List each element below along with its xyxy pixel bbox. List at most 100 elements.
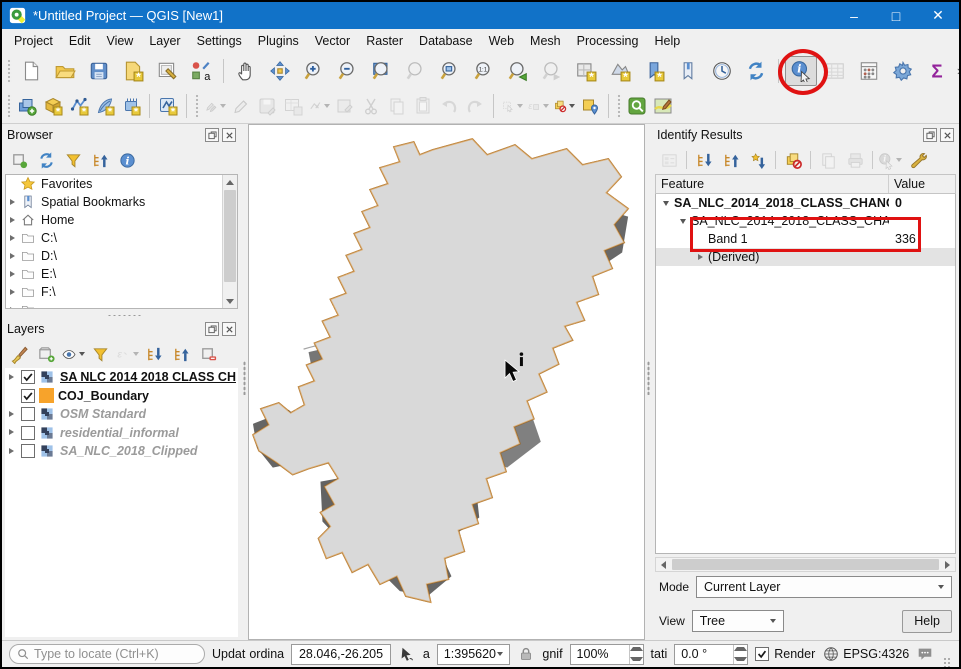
- chevron-down-icon[interactable]: [220, 104, 226, 108]
- toolbar-button-style-manager[interactable]: a: [185, 56, 217, 86]
- toolbar-button-toggle-editing[interactable]: [229, 92, 253, 120]
- toolbar-button-data-source-manager[interactable]: [15, 92, 39, 120]
- layer-visibility-checkbox[interactable]: [21, 407, 35, 421]
- toolbar-button-pan-to-selection[interactable]: [264, 56, 296, 86]
- chevron-down-icon[interactable]: [133, 352, 139, 356]
- menu-plugins[interactable]: Plugins: [250, 31, 307, 51]
- toolbar-button-zoom-native[interactable]: 1:1: [468, 56, 500, 86]
- expand-caret-icon[interactable]: [677, 212, 691, 230]
- layer-item-sa-nlc-2018-clipped[interactable]: SA_NLC_2018_Clipped: [5, 442, 238, 461]
- toolbar-button-select-by-location[interactable]: [578, 92, 602, 120]
- identify-button-print-response[interactable]: [843, 148, 867, 172]
- rotation-spinner[interactable]: 0.0 °: [674, 644, 748, 665]
- chevron-down-icon[interactable]: [896, 158, 902, 162]
- toolbar-button-field-calculator[interactable]: [853, 56, 885, 86]
- layer-item-residential-informal[interactable]: residential_informal: [5, 424, 238, 443]
- layers-button-expand-all[interactable]: [142, 342, 166, 366]
- toolbar-button-new-project[interactable]: [15, 56, 47, 86]
- expand-caret-icon[interactable]: [6, 301, 20, 309]
- chevron-down-icon[interactable]: [517, 104, 523, 108]
- toolbar-button-select-features[interactable]: [500, 92, 524, 120]
- toolbar-button-identify-features[interactable]: i: [785, 56, 817, 86]
- browser-float-button[interactable]: [205, 128, 219, 142]
- layers-button-open-layer-styling[interactable]: [7, 342, 31, 366]
- menu-layer[interactable]: Layer: [141, 31, 188, 51]
- coordinate-input[interactable]: 28.046,-26.205: [291, 644, 391, 665]
- identify-button-copy-feature[interactable]: [816, 148, 840, 172]
- toolbar-button-cut-features[interactable]: [359, 92, 383, 120]
- identify-button-expand-tree[interactable]: [692, 148, 716, 172]
- toolbar-button-zoom-out[interactable]: [332, 56, 364, 86]
- scroll-down-arrow[interactable]: [223, 294, 237, 308]
- expand-caret-icon[interactable]: [5, 442, 19, 460]
- help-button[interactable]: Help: [902, 610, 952, 633]
- layers-button-collapse-all[interactable]: [169, 342, 193, 366]
- toolbar-overflow-icon[interactable]: »: [954, 63, 961, 78]
- toolbar-button-new-shapefile-layer[interactable]: *: [67, 92, 91, 120]
- layer-visibility-checkbox[interactable]: [21, 370, 35, 384]
- toolbar-button-options[interactable]: [887, 56, 919, 86]
- expand-caret-icon[interactable]: [6, 211, 20, 229]
- menu-vector[interactable]: Vector: [307, 31, 358, 51]
- browser-item-e[interactable]: E:\: [6, 265, 237, 283]
- layers-close-button[interactable]: [222, 322, 236, 336]
- toolbar-button-save-layer-edits[interactable]: [255, 92, 279, 120]
- expand-caret-icon[interactable]: [6, 265, 20, 283]
- layer-item-sa-nlc-2014-2018-class-ch[interactable]: SA NLC 2014 2018 CLASS CH: [5, 368, 238, 387]
- browser-item-d[interactable]: D:\: [6, 247, 237, 265]
- toolbar-button-add-record[interactable]: [281, 92, 305, 120]
- browser-vertical-scrollbar[interactable]: [222, 175, 237, 308]
- render-checkbox[interactable]: Render: [755, 647, 815, 661]
- maximize-button[interactable]: □: [875, 2, 917, 29]
- extents-pointer-icon[interactable]: [398, 645, 416, 663]
- toolbar-drag-handle[interactable]: [6, 58, 12, 84]
- toolbar-button-plugin-quickmapservices[interactable]: [651, 92, 675, 120]
- browser-button-refresh-browser[interactable]: [34, 148, 58, 172]
- toolbar-button-new-map-view[interactable]: *: [570, 56, 602, 86]
- toolbar-button-zoom-full[interactable]: [366, 56, 398, 86]
- toolbar-button-redo[interactable]: [463, 92, 487, 120]
- expand-caret-icon[interactable]: [694, 248, 708, 266]
- messages-bubble-icon[interactable]: [916, 645, 934, 663]
- mode-select[interactable]: Current Layer: [696, 576, 952, 598]
- browser-item-item[interactable]: [6, 301, 237, 309]
- toolbar-button-show-layout-manager[interactable]: [151, 56, 183, 86]
- browser-item-c[interactable]: C:\: [6, 229, 237, 247]
- menu-settings[interactable]: Settings: [189, 31, 250, 51]
- toolbar-button-new-virtual-layer[interactable]: *: [119, 92, 143, 120]
- expand-caret-icon[interactable]: [6, 229, 20, 247]
- map-canvas[interactable]: [248, 124, 645, 640]
- identify-close-button[interactable]: [940, 128, 954, 142]
- expand-caret-icon[interactable]: [660, 194, 674, 212]
- toolbar-button-new-spatial-bookmark[interactable]: *: [638, 56, 670, 86]
- identify-button-identify-settings[interactable]: [905, 148, 929, 172]
- toolbar-button-paste-features[interactable]: [411, 92, 435, 120]
- locator-search-input[interactable]: Type to locate (Ctrl+K): [9, 644, 205, 664]
- toolbar-button-statistical-summary[interactable]: Σ: [921, 56, 953, 86]
- browser-button-add-selected-layers[interactable]: [7, 148, 31, 172]
- chevron-down-icon[interactable]: [324, 104, 330, 108]
- spinner-arrows[interactable]: [733, 645, 747, 664]
- layers-button-filter-legend[interactable]: [88, 342, 112, 366]
- layer-visibility-checkbox[interactable]: [21, 389, 35, 403]
- browser-item-favorites[interactable]: Favorites: [6, 175, 237, 193]
- identify-button-expand-new-results[interactable]: [746, 148, 770, 172]
- crs-status[interactable]: EPSG:4326: [843, 647, 909, 661]
- scroll-thumb[interactable]: [224, 190, 236, 282]
- toolbar-button-pan-map[interactable]: [230, 56, 262, 86]
- layers-button-manage-map-themes[interactable]: [61, 342, 85, 366]
- toolbar-button-vertex-tool[interactable]: [307, 92, 331, 120]
- toolbar-button-zoom-to-selection[interactable]: [400, 56, 432, 86]
- identify-row-sa-nlc-2014-2018-class-chan[interactable]: SA_NLC_2014_2018_CLASS_CHAN...: [656, 212, 955, 230]
- layer-visibility-checkbox[interactable]: [21, 426, 35, 440]
- chevron-down-icon[interactable]: [79, 352, 85, 356]
- toolbar-button-new-memory-layer[interactable]: *: [156, 92, 180, 120]
- toolbar-button-open-project[interactable]: [49, 56, 81, 86]
- expand-caret-icon[interactable]: [5, 368, 19, 386]
- browser-button-properties-widget[interactable]: i: [115, 148, 139, 172]
- layer-item-coj-boundary[interactable]: COJ_Boundary: [5, 387, 238, 406]
- toolbar-button-zoom-in[interactable]: [298, 56, 330, 86]
- toolbar-button-new-print-layout[interactable]: *: [117, 56, 149, 86]
- toolbar-button-save-project[interactable]: [83, 56, 115, 86]
- toolbar-button-select-by-expression[interactable]: ε: [526, 92, 550, 120]
